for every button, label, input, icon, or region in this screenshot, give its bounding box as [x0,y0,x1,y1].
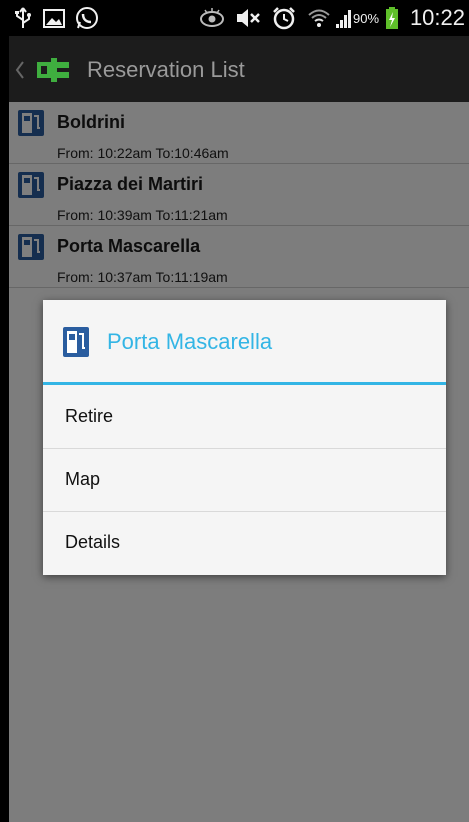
context-menu-dialog: Porta Mascarella Retire Map Details [43,300,446,575]
dialog-title-divider [43,382,446,385]
menu-item-label: Retire [65,406,114,426]
page-title: Reservation List [87,57,245,82]
menu-item-label: Details [65,532,121,552]
image-icon [43,9,65,28]
status-bar: 90% 10:22 [9,0,469,36]
whatsapp-icon [76,7,98,29]
action-bar: Reservation List [9,36,469,102]
menu-item-retire[interactable]: Retire [43,386,446,449]
mute-icon [237,9,260,27]
phone-screen: 90% 10:22 Reservation List Boldrini [9,0,469,822]
menu-item-map[interactable]: Map [43,449,446,512]
menu-item-label: Map [65,469,101,489]
menu-item-details[interactable]: Details [43,512,446,575]
usb-icon [15,7,31,28]
wifi-icon [308,9,330,27]
clock: 10:22 [409,5,465,30]
dialog-title: Porta Mascarella [107,329,273,354]
dialog-header: Porta Mascarella [43,300,446,384]
eye-icon [200,8,224,27]
battery-percent: 90% [353,11,380,26]
charging-station-icon [63,327,89,357]
signal-icon [336,10,351,28]
app-logo-icon[interactable] [31,54,73,86]
battery-charging-icon [386,7,398,29]
alarm-icon [273,7,295,30]
